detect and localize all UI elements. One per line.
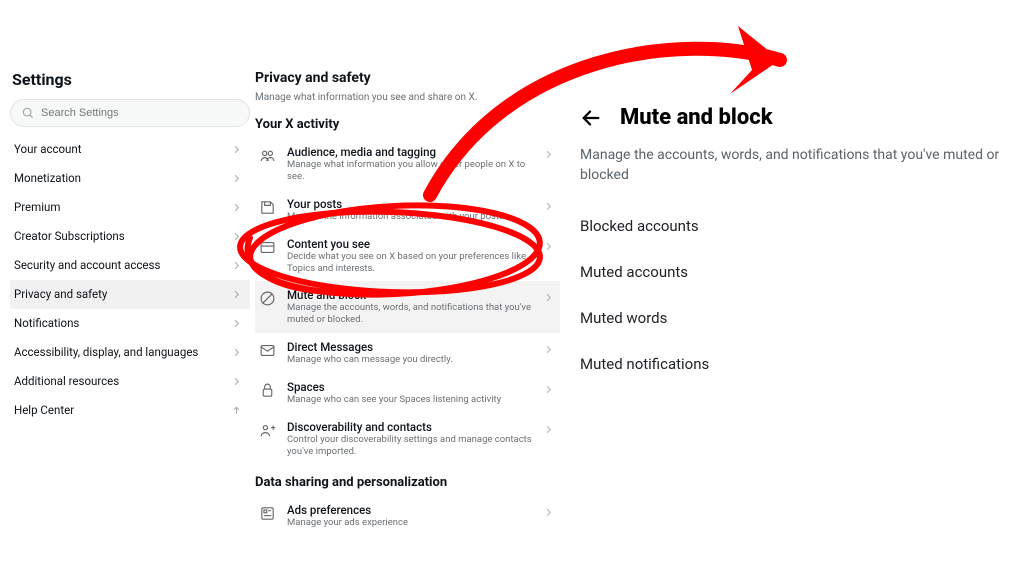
chevron-right-icon	[231, 260, 242, 271]
row-title: Spaces	[287, 380, 533, 394]
sidebar-item-your-account[interactable]: Your account	[10, 135, 250, 164]
row-title: Audience, media and tagging	[287, 145, 533, 159]
settings-sidebar: Settings Your account Monetization Premium…	[10, 70, 250, 425]
row-icon	[259, 199, 277, 217]
mute-block-title: Mute and block	[620, 105, 773, 130]
chevron-right-icon	[543, 424, 554, 435]
row-title: Discoverability and contacts	[287, 420, 533, 434]
activity-row-spaces[interactable]: SpacesManage who can see your Spaces lis…	[255, 373, 560, 413]
row-desc: Manage the information associated with y…	[287, 211, 533, 223]
sidebar-item-help-center[interactable]: Help Center	[10, 396, 250, 425]
external-link-icon	[229, 402, 245, 418]
row-title: Content you see	[287, 237, 533, 251]
sidebar-item-label: Security and account access	[14, 258, 160, 272]
row-icon	[259, 239, 277, 257]
activity-row-your-posts[interactable]: Your postsManage the information associa…	[255, 190, 560, 230]
sidebar-item-label: Creator Subscriptions	[14, 229, 125, 243]
row-desc: Control your discoverability settings an…	[287, 434, 533, 458]
detail-title: Privacy and safety	[255, 70, 560, 86]
chevron-right-icon	[231, 144, 242, 155]
sidebar-item-label: Privacy and safety	[14, 287, 107, 301]
mute-block-desc: Manage the accounts, words, and notifica…	[580, 146, 1020, 185]
sidebar-item-premium[interactable]: Premium	[10, 193, 250, 222]
sidebar-item-label: Additional resources	[14, 374, 119, 388]
row-desc: Manage who can see your Spaces listening…	[287, 394, 533, 406]
chevron-right-icon	[543, 507, 554, 518]
row-desc: Manage the accounts, words, and notifica…	[287, 302, 533, 326]
chevron-right-icon	[231, 318, 242, 329]
row-icon	[259, 505, 277, 523]
chevron-right-icon	[543, 149, 554, 160]
row-title: Ads preferences	[287, 503, 533, 517]
privacy-safety-panel: Privacy and safety Manage what informati…	[255, 70, 560, 536]
activity-row-discoverability-and-contacts[interactable]: Discoverability and contactsControl your…	[255, 413, 560, 465]
sidebar-item-creator-subscriptions[interactable]: Creator Subscriptions	[10, 222, 250, 251]
search-settings[interactable]	[10, 99, 250, 127]
back-button[interactable]	[580, 107, 602, 129]
row-icon	[259, 342, 277, 360]
sidebar-item-label: Premium	[14, 200, 60, 214]
sidebar-item-label: Your account	[14, 142, 82, 156]
mute-block-item-muted-words[interactable]: Muted words	[580, 299, 1020, 345]
sidebar-item-accessibility-display-and-languages[interactable]: Accessibility, display, and languages	[10, 338, 250, 367]
sidebar-item-additional-resources[interactable]: Additional resources	[10, 367, 250, 396]
activity-row-mute-and-block[interactable]: Mute and blockManage the accounts, words…	[255, 281, 560, 333]
sidebar-item-label: Accessibility, display, and languages	[14, 345, 198, 359]
chevron-right-icon	[543, 344, 554, 355]
mute-block-item-muted-accounts[interactable]: Muted accounts	[580, 253, 1020, 299]
chevron-right-icon	[231, 173, 242, 184]
chevron-right-icon	[543, 241, 554, 252]
row-desc: Manage who can message you directly.	[287, 354, 533, 366]
sidebar-item-label: Notifications	[14, 316, 79, 330]
section-data-sharing: Data sharing and personalization	[255, 475, 560, 490]
chevron-right-icon	[231, 376, 242, 387]
detail-subtitle: Manage what information you see and shar…	[255, 92, 560, 103]
activity-row-direct-messages[interactable]: Direct MessagesManage who can message yo…	[255, 333, 560, 373]
search-input[interactable]	[41, 107, 239, 119]
row-desc: Manage what information you allow other …	[287, 159, 533, 183]
row-icon	[259, 147, 277, 165]
activity-row-content-you-see[interactable]: Content you seeDecide what you see on X …	[255, 230, 560, 282]
row-icon	[259, 290, 277, 308]
sidebar-item-label: Monetization	[14, 171, 81, 185]
row-title: Direct Messages	[287, 340, 533, 354]
chevron-right-icon	[543, 292, 554, 303]
mute-block-panel: Mute and block Manage the accounts, word…	[580, 105, 1020, 391]
row-desc: Manage your ads experience	[287, 517, 533, 529]
search-icon	[21, 106, 35, 120]
row-icon	[259, 382, 277, 400]
settings-heading: Settings	[10, 70, 250, 89]
chevron-right-icon	[543, 384, 554, 395]
chevron-right-icon	[543, 201, 554, 212]
sidebar-item-notifications[interactable]: Notifications	[10, 309, 250, 338]
mute-block-item-muted-notifications[interactable]: Muted notifications	[580, 345, 1020, 391]
datasharing-row-ads-preferences[interactable]: Ads preferencesManage your ads experienc…	[255, 496, 560, 536]
sidebar-item-privacy-and-safety[interactable]: Privacy and safety	[10, 280, 250, 309]
section-activity: Your X activity	[255, 117, 560, 132]
chevron-right-icon	[231, 347, 242, 358]
chevron-right-icon	[231, 289, 242, 300]
sidebar-item-label: Help Center	[14, 403, 74, 417]
sidebar-item-security-and-account-access[interactable]: Security and account access	[10, 251, 250, 280]
chevron-right-icon	[231, 202, 242, 213]
row-title: Your posts	[287, 197, 533, 211]
mute-block-item-blocked-accounts[interactable]: Blocked accounts	[580, 207, 1020, 253]
chevron-right-icon	[231, 231, 242, 242]
sidebar-item-monetization[interactable]: Monetization	[10, 164, 250, 193]
activity-row-audience-media-and-tagging[interactable]: Audience, media and taggingManage what i…	[255, 138, 560, 190]
row-desc: Decide what you see on X based on your p…	[287, 251, 533, 275]
row-title: Mute and block	[287, 288, 533, 302]
row-icon	[259, 422, 277, 440]
